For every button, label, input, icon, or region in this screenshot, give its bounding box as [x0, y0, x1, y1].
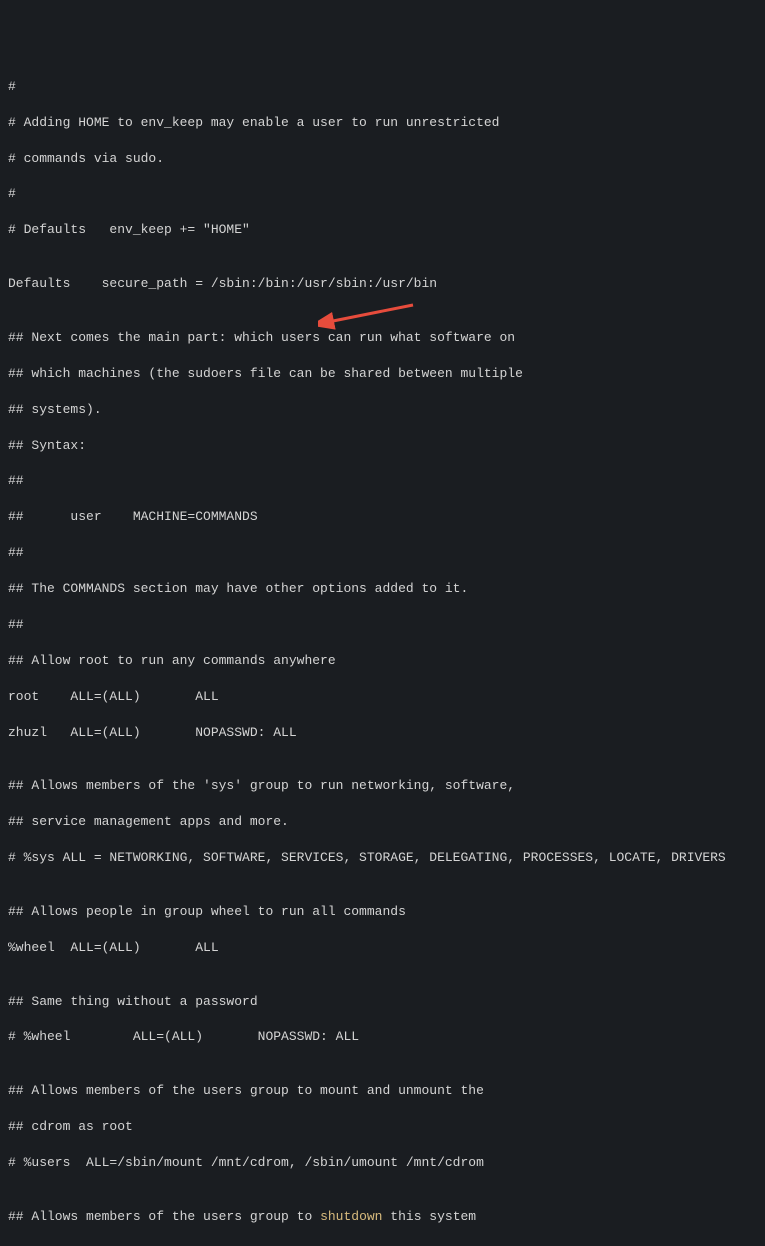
file-line: ## cdrom as root — [8, 1118, 757, 1136]
file-line: # — [8, 185, 757, 203]
file-line: Defaults secure_path = /sbin:/bin:/usr/s… — [8, 275, 757, 293]
file-line: ## — [8, 544, 757, 562]
text-segment: ## Allows members of the users group to — [8, 1209, 320, 1224]
file-line: ## Allows members of the users group to … — [8, 1082, 757, 1100]
file-line: ## Allows people in group wheel to run a… — [8, 903, 757, 921]
file-line: # Defaults env_keep += "HOME" — [8, 221, 757, 239]
highlight-flag: -h — [273, 1245, 296, 1246]
text-segment: now — [297, 1245, 328, 1246]
highlight-host: localhost — [86, 1245, 156, 1246]
file-line: ## Allow root to run any commands anywhe… — [8, 652, 757, 670]
file-line-user-rule: zhuzl ALL=(ALL) NOPASSWD: ALL — [8, 724, 757, 742]
file-line: ## user MACHINE=COMMANDS — [8, 508, 757, 526]
file-line: ## Next comes the main part: which users… — [8, 329, 757, 347]
file-line: # %wheel ALL=(ALL) NOPASSWD: ALL — [8, 1028, 757, 1046]
file-line: ## which machines (the sudoers file can … — [8, 365, 757, 383]
file-line: ## The COMMANDS section may have other o… — [8, 580, 757, 598]
text-segment: this system — [382, 1209, 476, 1224]
file-line: # %users localhost=/sbin/shutdown -h now — [8, 1244, 757, 1246]
text-segment: # %users — [8, 1245, 86, 1246]
file-line: # commands via sudo. — [8, 150, 757, 168]
file-line: # Adding HOME to env_keep may enable a u… — [8, 114, 757, 132]
file-line-wheel-rule: %wheel ALL=(ALL) ALL — [8, 939, 757, 957]
file-line-root-rule: root ALL=(ALL) ALL — [8, 688, 757, 706]
file-line: # %sys ALL = NETWORKING, SOFTWARE, SERVI… — [8, 849, 757, 867]
text-segment: =/sbin/ — [156, 1245, 211, 1246]
file-line: ## Same thing without a password — [8, 993, 757, 1011]
file-line: ## — [8, 616, 757, 634]
highlight-keyword: shutdown — [320, 1209, 382, 1224]
file-line: ## Allows members of the 'sys' group to … — [8, 777, 757, 795]
file-line: ## systems). — [8, 401, 757, 419]
file-line: ## — [8, 472, 757, 490]
file-line: ## Allows members of the users group to … — [8, 1208, 757, 1226]
file-line: # %users ALL=/sbin/mount /mnt/cdrom, /sb… — [8, 1154, 757, 1172]
file-line: ## Syntax: — [8, 437, 757, 455]
file-line: ## service management apps and more. — [8, 813, 757, 831]
highlight-keyword: shutdown — [211, 1245, 273, 1246]
file-line: # — [8, 78, 757, 96]
